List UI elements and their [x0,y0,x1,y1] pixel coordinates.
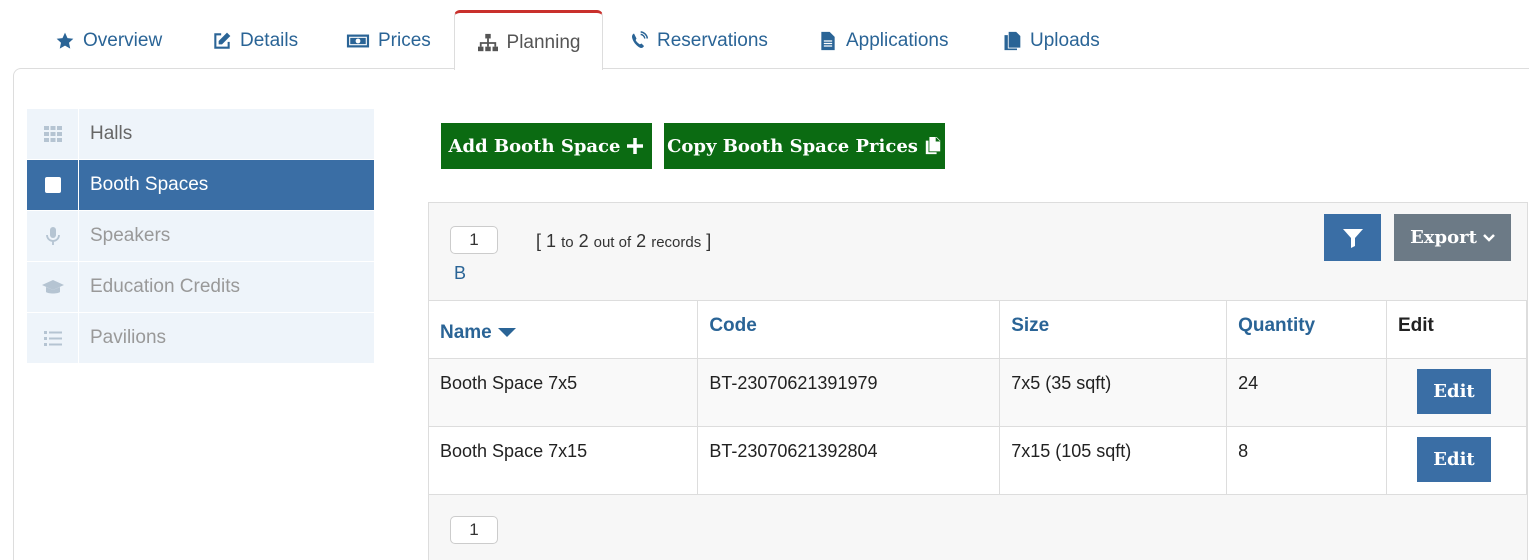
tab-label: Overview [83,30,163,51]
tab-bar: Overview Details Prices Planning Reserva… [0,0,1529,70]
table-row: Booth Space 7x15 BT-23070621392804 7x15 … [429,426,1527,495]
tab-reservations[interactable]: Reservations [629,28,768,54]
cell-quantity: 24 [1226,358,1387,427]
records-close: ] [706,231,712,251]
records-to-word: to [561,234,574,251]
tab-planning[interactable]: Planning [454,10,603,70]
column-header-size[interactable]: Size [999,300,1228,359]
star-icon [56,32,74,49]
column-header-quantity[interactable]: Quantity [1226,300,1387,359]
records-open: [ [536,231,542,251]
tab-details[interactable]: Details [212,28,298,54]
records-word: records [651,234,702,251]
tab-label: Details [240,30,299,51]
sort-desc-icon [497,322,517,343]
copy-icon [1004,31,1021,51]
tab-label: Planning [506,32,581,53]
tab-applications[interactable]: Applications [818,28,948,54]
chevron-down-icon [1483,233,1495,242]
sidebar-item-education-credits[interactable]: Education Credits [27,262,374,313]
square-icon [27,160,79,210]
tab-label: Applications [846,30,949,51]
table-row: Booth Space 7x5 BT-23070621391979 7x5 (3… [429,358,1527,427]
button-label: Add Booth Space [448,135,621,157]
tab-prices[interactable]: Prices [346,28,431,54]
sidebar-item-label: Pavilions [90,327,167,348]
file-icon [821,31,835,51]
list-icon [27,313,79,363]
grid-icon [27,109,79,159]
cell-name: Booth Space 7x5 [429,358,699,427]
copy-booth-space-prices-button[interactable]: Copy Booth Space Prices [664,123,945,169]
cell-code: BT-23070621392804 [697,426,1001,495]
button-label: Copy Booth Space Prices [667,135,918,157]
export-button[interactable]: Export [1394,214,1511,261]
plus-icon [627,138,644,154]
records-from: 1 [546,231,557,251]
tab-overview[interactable]: Overview [55,28,162,54]
filter-icon [1342,228,1363,248]
cell-name: Booth Space 7x15 [429,426,699,495]
phone-volume-icon [632,31,649,48]
edit-icon [214,32,231,49]
edit-button[interactable]: Edit [1417,369,1491,414]
cell-edit: Edit [1386,426,1527,495]
money-icon [346,34,370,48]
booth-spaces-grid: 1 B [ 1 to 2 out of 2 records ] Export N… [428,202,1528,560]
button-label: Export [1410,227,1477,248]
cell-edit: Edit [1386,358,1527,427]
sitemap-icon [477,33,498,52]
pager-top[interactable]: 1 [450,226,498,254]
sidebar-item-label: Speakers [90,225,171,246]
cell-size: 7x15 (105 sqft) [999,426,1228,495]
sidebar-item-label: Education Credits [90,276,240,297]
edit-button[interactable]: Edit [1417,437,1491,482]
column-header-name[interactable]: Name [429,300,699,359]
sidebar-item-halls[interactable]: Halls [27,109,374,160]
tab-label: Uploads [1030,30,1100,51]
sidebar-item-label: Booth Spaces [90,174,209,195]
cell-quantity: 8 [1226,426,1387,495]
cell-code: BT-23070621391979 [697,358,1001,427]
column-header-code[interactable]: Code [697,300,1001,359]
sidebar-item-booth-spaces[interactable]: Booth Spaces [27,160,374,211]
records-outof-word: out of [593,234,632,251]
filter-button[interactable] [1324,214,1381,261]
tab-label: Reservations [657,30,768,51]
pager-suffix: B [454,263,467,283]
column-header-edit: Edit [1386,300,1527,359]
copy-icon [925,137,941,155]
tab-label: Prices [378,30,431,51]
records-to: 2 [578,231,589,251]
records-summary: [ 1 to 2 out of 2 records ] [536,231,711,252]
records-total: 2 [636,231,647,251]
sidebar: Halls Booth Spaces Speakers Education Cr… [27,109,374,364]
sidebar-item-pavilions[interactable]: Pavilions [27,313,374,364]
sidebar-item-speakers[interactable]: Speakers [27,211,374,262]
column-label: Name [440,321,492,343]
tab-uploads[interactable]: Uploads [1002,28,1100,54]
pager-bottom[interactable]: 1 [450,516,498,544]
microphone-icon [27,211,79,261]
graduation-cap-icon [27,262,79,312]
add-booth-space-button[interactable]: Add Booth Space [441,123,652,169]
booth-spaces-table: Name Code Size Quantity Edit Booth Space… [429,300,1527,495]
cell-size: 7x5 (35 sqft) [999,358,1228,427]
sidebar-item-label: Halls [90,123,133,144]
